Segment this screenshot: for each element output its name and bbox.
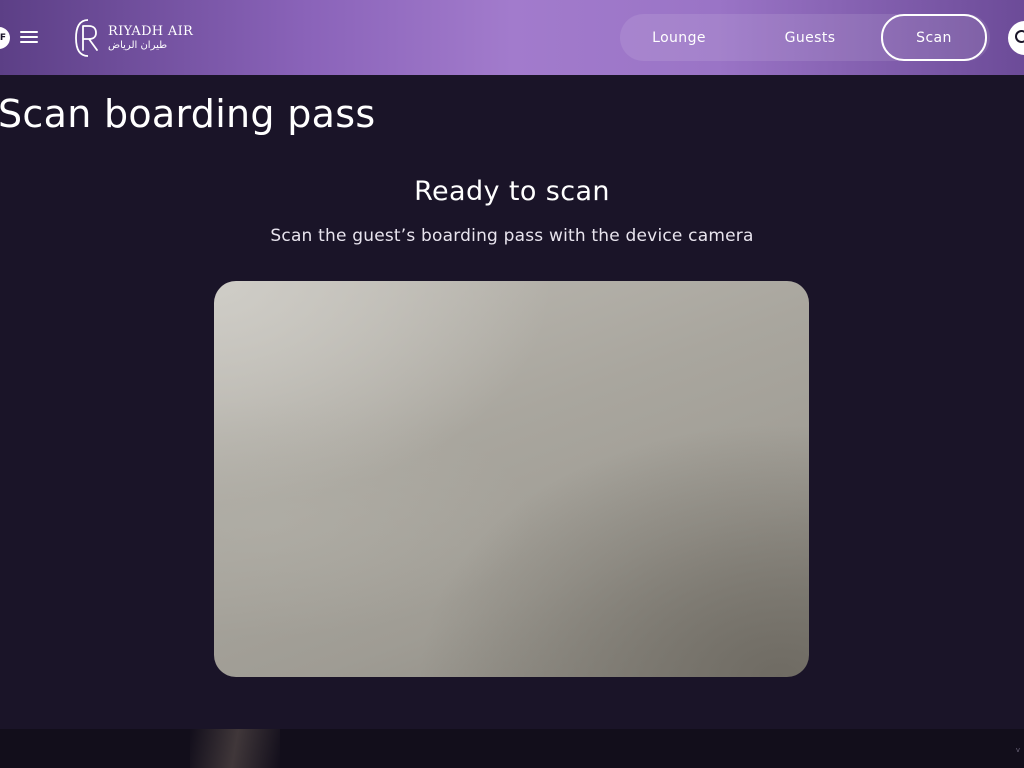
logo-name-ar: طيران الرياض (108, 40, 168, 51)
nav-tab-scan[interactable]: Scan (881, 14, 987, 61)
footer-bar (0, 729, 1024, 768)
scan-page: F RIYADH AIR طيران الرياض Lounge Guests … (0, 0, 1024, 768)
version-label: v (1015, 746, 1020, 754)
riyadh-air-logo-mark-icon (75, 19, 98, 57)
user-avatar[interactable]: F (0, 27, 10, 49)
logo-name-en: RIYADH AIR (108, 24, 194, 39)
scan-status-heading: Ready to scan (414, 176, 610, 207)
nav-tab-lounge[interactable]: Lounge (620, 14, 738, 61)
nav-tab-guests[interactable]: Guests (748, 14, 872, 61)
camera-feed (214, 281, 809, 677)
avatar-initial: F (0, 33, 6, 43)
page-title: Scan boarding pass (0, 92, 376, 136)
search-button[interactable] (1008, 21, 1024, 55)
riyadh-air-logo: RIYADH AIR طيران الرياض (74, 18, 193, 58)
app-header: F RIYADH AIR طيران الرياض Lounge Guests … (0, 0, 1024, 75)
camera-viewfinder[interactable] (214, 281, 809, 677)
search-icon (1015, 30, 1024, 43)
hamburger-menu-icon[interactable] (20, 30, 38, 44)
footer-decoration (190, 729, 280, 768)
scan-status-subtitle: Scan the guest’s boarding pass with the … (270, 226, 754, 246)
main-nav: Lounge Guests Scan (620, 14, 990, 61)
